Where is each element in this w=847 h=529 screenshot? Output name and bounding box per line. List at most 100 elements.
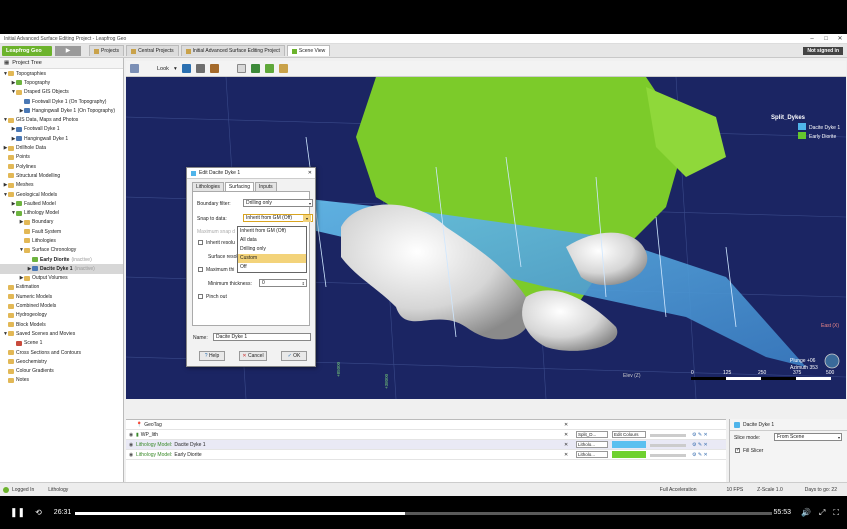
- sign-in-button[interactable]: Not signed in: [803, 46, 843, 55]
- spinner-icon[interactable]: ⇕: [302, 280, 305, 287]
- tree-item[interactable]: Numeric Models: [0, 292, 123, 301]
- ok-button[interactable]: ✓ OK: [281, 351, 307, 361]
- leapfrog-menu-button[interactable]: Leapfrog Geo: [2, 45, 52, 56]
- tree-item[interactable]: Estimation: [0, 283, 123, 292]
- colour-by-select[interactable]: Litholo...: [576, 441, 608, 448]
- max-thickness-checkbox[interactable]: [198, 267, 203, 272]
- row-tools-icon[interactable]: ⚙ ✎ ✕: [692, 442, 708, 448]
- tree-item[interactable]: ▼ Topographies: [0, 69, 123, 78]
- fill-slicer-checkbox[interactable]: ✓: [735, 447, 740, 453]
- snap-option-all-data[interactable]: All data: [238, 236, 306, 245]
- tree-item[interactable]: ▶ Output Volumes: [0, 274, 123, 283]
- tree-item[interactable]: Early Diorite (inactive): [0, 255, 123, 264]
- snap-option-off[interactable]: Off: [238, 263, 306, 272]
- slice-mode-select[interactable]: From Scene ▾: [774, 433, 842, 441]
- pause-icon[interactable]: ❚❚: [10, 507, 25, 518]
- colour-swatch[interactable]: [612, 451, 646, 458]
- snap-option-custom[interactable]: Custom: [238, 254, 306, 263]
- remove-icon[interactable]: ✕: [564, 452, 568, 458]
- tree-item[interactable]: Fault System: [0, 227, 123, 236]
- tree-item[interactable]: ▼ GIS Data, Maps and Photos: [0, 115, 123, 124]
- edit-colours-button[interactable]: Edit Colours: [612, 431, 646, 438]
- scene-tool-icon[interactable]: [130, 64, 139, 73]
- tree-item[interactable]: Block Models: [0, 320, 123, 329]
- opacity-slider[interactable]: [650, 434, 686, 437]
- remove-icon[interactable]: ✕: [564, 442, 568, 448]
- tree-item[interactable]: ▼ Saved Scenes and Movies: [0, 329, 123, 338]
- tab-central-projects[interactable]: Central Projects: [126, 45, 179, 56]
- remove-icon[interactable]: ✕: [564, 432, 568, 438]
- tree-item[interactable]: Lithologies: [0, 236, 123, 245]
- tab-inputs[interactable]: Inputs: [255, 182, 277, 191]
- tree-item[interactable]: ▶ Hangingwall Dyke 1: [0, 134, 123, 143]
- remove-icon[interactable]: ✕: [564, 422, 568, 428]
- tab-surfacing[interactable]: Surfacing: [224, 182, 255, 191]
- globe-icon[interactable]: [824, 353, 840, 369]
- tree-item[interactable]: ▼ Lithology Model: [0, 208, 123, 217]
- tree-item[interactable]: Footwall Dyke 1 (On Topography): [0, 97, 123, 106]
- ruler-icon[interactable]: [195, 64, 205, 73]
- select-cursor-icon[interactable]: [236, 64, 246, 73]
- help-button[interactable]: ? Help: [199, 351, 225, 361]
- tree-item[interactable]: Combined Models: [0, 301, 123, 310]
- tree-item[interactable]: ▼ Surface Chronology: [0, 246, 123, 255]
- tree-item[interactable]: Hydrogeology: [0, 311, 123, 320]
- tree-item[interactable]: ▶ Drillhole Data: [0, 143, 123, 152]
- minimize-icon[interactable]: –: [805, 36, 819, 42]
- shape-row[interactable]: 📍 GeoTag ✕: [126, 420, 726, 430]
- snap-option-inherit[interactable]: Inherit from GM (Off): [238, 227, 306, 236]
- tree-item[interactable]: Geochemistry: [0, 357, 123, 366]
- tree-item[interactable]: Colour Gradients: [0, 367, 123, 376]
- video-progress-bar[interactable]: [75, 512, 772, 515]
- tree-item[interactable]: ▶ Footwall Dyke 1: [0, 125, 123, 134]
- tree-item[interactable]: ▶ Hangingwall Dyke 1 (On Topography): [0, 106, 123, 115]
- colour-swatch[interactable]: [612, 441, 646, 448]
- opacity-slider[interactable]: [650, 444, 686, 447]
- tree-item[interactable]: ▶ Topography: [0, 78, 123, 87]
- tab-projects[interactable]: Projects: [89, 45, 125, 56]
- tab-scene-view[interactable]: Scene View: [286, 45, 331, 56]
- tree-item[interactable]: Structural Modelling: [0, 171, 123, 180]
- row-tools-icon[interactable]: ⚙ ✎ ✕: [692, 452, 708, 458]
- tree-item[interactable]: Notes: [0, 376, 123, 385]
- visibility-icon[interactable]: ◉: [128, 452, 134, 458]
- tree-item[interactable]: ▶ Dacite Dyke 1 (inactive): [0, 264, 123, 274]
- maximize-icon[interactable]: □: [819, 36, 833, 42]
- play-button[interactable]: ▶: [55, 45, 81, 56]
- shape-row[interactable]: ◉ Lithology Model: Dacite Dyke 1 ✕ Litholo..…: [126, 440, 726, 450]
- min-thickness-input[interactable]: 0 ⇕: [259, 279, 307, 287]
- replay-10-icon[interactable]: ⟲: [35, 508, 42, 517]
- snap-to-data-select[interactable]: Inherit from GM (Off) ▾: [243, 214, 313, 222]
- colour-by-select[interactable]: Split_D...: [576, 431, 608, 438]
- pinch-out-checkbox[interactable]: [198, 294, 203, 299]
- pencil-icon[interactable]: [209, 64, 219, 73]
- expand-icon[interactable]: ⛶: [833, 508, 839, 518]
- look-menu[interactable]: Look: [157, 66, 169, 72]
- row-tools-icon[interactable]: ⚙ ✎ ✕: [692, 432, 708, 438]
- tree-item[interactable]: Points: [0, 153, 123, 162]
- tree-item[interactable]: ▶ Faulted Model: [0, 199, 123, 208]
- shape-row[interactable]: ◉ ▮ WP_lith ✕ Split_D... Edit Colours ⚙ ✎ ✕: [126, 430, 726, 440]
- tree-item[interactable]: Polylines: [0, 162, 123, 171]
- brush-icon[interactable]: [278, 64, 288, 73]
- tree-item[interactable]: ▼ Geological Models: [0, 190, 123, 199]
- colour-by-select[interactable]: Litholo...: [576, 451, 608, 458]
- shape-row[interactable]: ◉ Lithology Model: Early Diorite ✕ Litholo..…: [126, 450, 726, 460]
- tree-item[interactable]: ▶ Meshes: [0, 181, 123, 190]
- snap-option-drilling-only[interactable]: Drilling only: [238, 245, 306, 254]
- tree-item[interactable]: Cross Sections and Contours: [0, 348, 123, 357]
- tree-item[interactable]: Scene 1: [0, 339, 123, 348]
- volume-icon[interactable]: 🔊: [801, 508, 811, 517]
- slice-icon[interactable]: [181, 64, 191, 73]
- inherit-resolution-checkbox[interactable]: [198, 240, 203, 245]
- visibility-icon[interactable]: ◉: [128, 442, 134, 448]
- tab-project[interactable]: Initial Advanced Surface Editing Project: [180, 45, 285, 56]
- close-icon[interactable]: ✕: [833, 35, 847, 42]
- draw-points-icon[interactable]: [264, 64, 274, 73]
- tree-item[interactable]: ▶ Boundary: [0, 218, 123, 227]
- close-icon[interactable]: ✕: [308, 170, 312, 176]
- boundary-filter-select[interactable]: Drilling only ▾: [243, 199, 313, 207]
- opacity-slider[interactable]: [650, 454, 686, 457]
- fullscreen-icon[interactable]: ⤢: [819, 508, 825, 518]
- draw-lines-icon[interactable]: [250, 64, 260, 73]
